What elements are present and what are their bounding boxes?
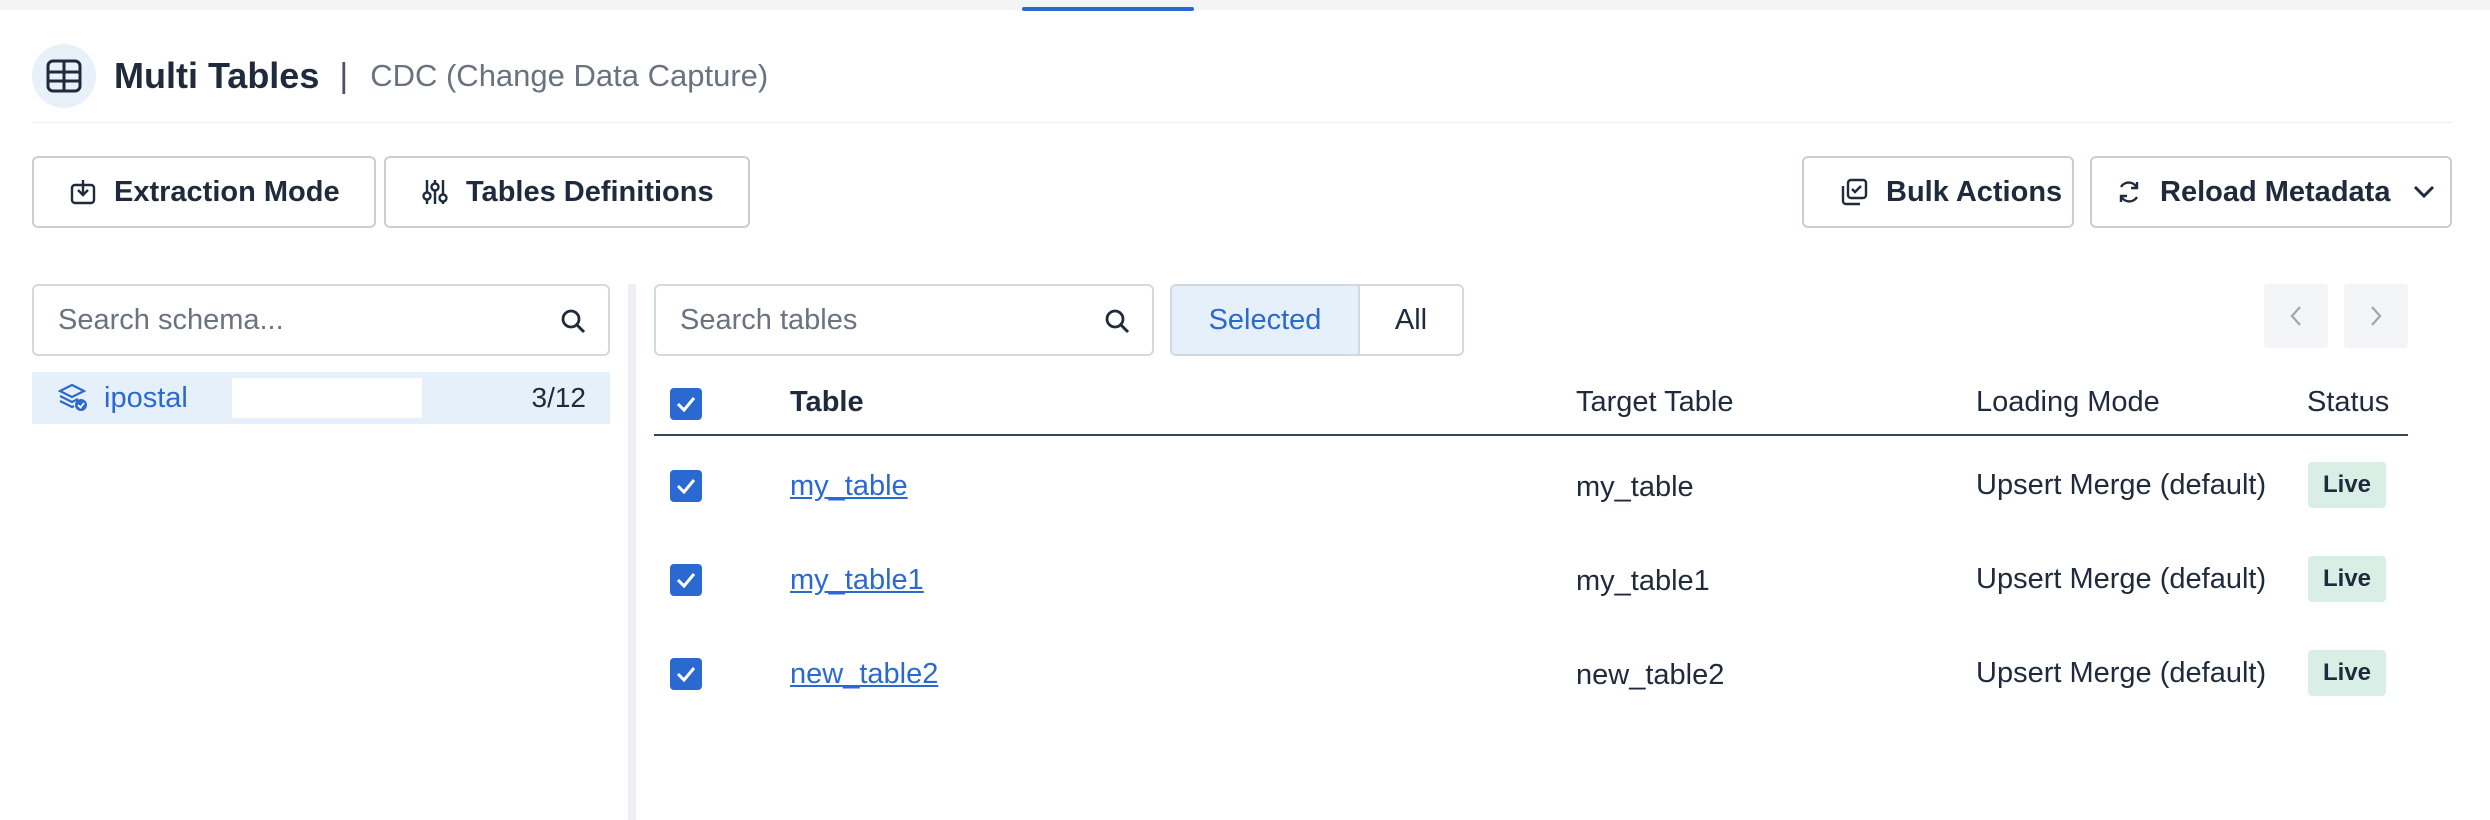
header-divider (32, 122, 2452, 123)
next-page-button[interactable] (2344, 284, 2408, 348)
checkmark-icon (676, 397, 696, 413)
table-name-link[interactable]: new_table2 (790, 658, 938, 691)
select-all-checkbox[interactable] (670, 388, 702, 420)
download-tray-icon (70, 180, 96, 205)
reload-metadata-button[interactable]: Reload Metadata (2090, 156, 2452, 228)
table-name-link[interactable]: my_table (790, 470, 908, 503)
row-checkbox[interactable] (670, 470, 702, 502)
extraction-mode-button[interactable]: Extraction Mode (32, 156, 376, 228)
reload-metadata-label: Reload Metadata (2160, 175, 2391, 208)
table-name-link[interactable]: my_table1 (790, 564, 924, 597)
chevron-right-icon (2371, 306, 2382, 326)
page-title: Multi Tables (114, 55, 320, 96)
page-subtitle: CDC (Change Data Capture) (370, 58, 769, 93)
column-header-table[interactable]: Table (790, 386, 864, 419)
tables-search-input[interactable] (680, 303, 1152, 337)
table-filter-toggle: Selected All (1170, 284, 1464, 356)
top-tab-strip (0, 0, 2490, 10)
column-header-target-table[interactable]: Target Table (1576, 386, 1733, 419)
sliders-icon (422, 180, 448, 204)
schema-name: ipostal (104, 381, 188, 414)
search-icon[interactable] (560, 308, 586, 334)
refresh-icon (2119, 181, 2139, 203)
column-header-status[interactable]: Status (2307, 386, 2389, 419)
target-table-cell: new_table2 (1576, 659, 1725, 691)
column-header-loading-mode[interactable]: Loading Mode (1976, 386, 2160, 419)
table-columns-icon (32, 44, 96, 108)
filter-selected-option[interactable]: Selected (1172, 286, 1360, 354)
status-badge: Live (2308, 462, 2386, 508)
checkmark-icon (676, 479, 696, 495)
schema-search-input[interactable] (58, 303, 608, 337)
table-header-divider (654, 434, 2408, 436)
chevron-down-icon[interactable] (2412, 184, 2436, 200)
title-separator: | (339, 56, 349, 95)
target-table-cell: my_table (1576, 471, 1694, 503)
loading-mode-cell[interactable]: Upsert Merge (default) (1976, 657, 2266, 690)
row-checkbox[interactable] (670, 658, 702, 690)
bulk-actions-button[interactable]: Bulk Actions (1802, 156, 2074, 228)
extraction-mode-label: Extraction Mode (114, 175, 340, 208)
previous-page-button[interactable] (2264, 284, 2328, 348)
schema-table-count: 3/12 (531, 382, 587, 413)
bulk-actions-label: Bulk Actions (1886, 175, 2063, 208)
tables-search-field[interactable] (654, 284, 1154, 356)
panel-resize-divider[interactable] (628, 284, 636, 820)
target-table-cell: my_table1 (1576, 565, 1710, 597)
status-badge: Live (2308, 650, 2386, 696)
schema-redacted-area (232, 378, 422, 418)
stacked-checklist-icon (1841, 178, 1868, 206)
row-checkbox[interactable] (670, 564, 702, 596)
chevron-left-icon (2290, 306, 2301, 326)
active-tab-indicator (1022, 7, 1194, 11)
search-icon[interactable] (1104, 308, 1130, 334)
schema-search-field[interactable] (32, 284, 610, 356)
status-badge: Live (2308, 556, 2386, 602)
filter-all-option[interactable]: All (1360, 286, 1462, 354)
checkmark-icon (676, 667, 696, 683)
loading-mode-cell[interactable]: Upsert Merge (default) (1976, 469, 2266, 502)
schema-item-ipostal[interactable]: ipostal 3/12 (32, 372, 610, 424)
schema-layers-icon (58, 383, 87, 411)
tables-definitions-button[interactable]: Tables Definitions (384, 156, 750, 228)
tables-definitions-label: Tables Definitions (466, 175, 714, 208)
checkmark-icon (676, 573, 696, 589)
loading-mode-cell[interactable]: Upsert Merge (default) (1976, 563, 2266, 596)
page-header: Multi Tables | CDC (Change Data Capture) (32, 44, 768, 108)
